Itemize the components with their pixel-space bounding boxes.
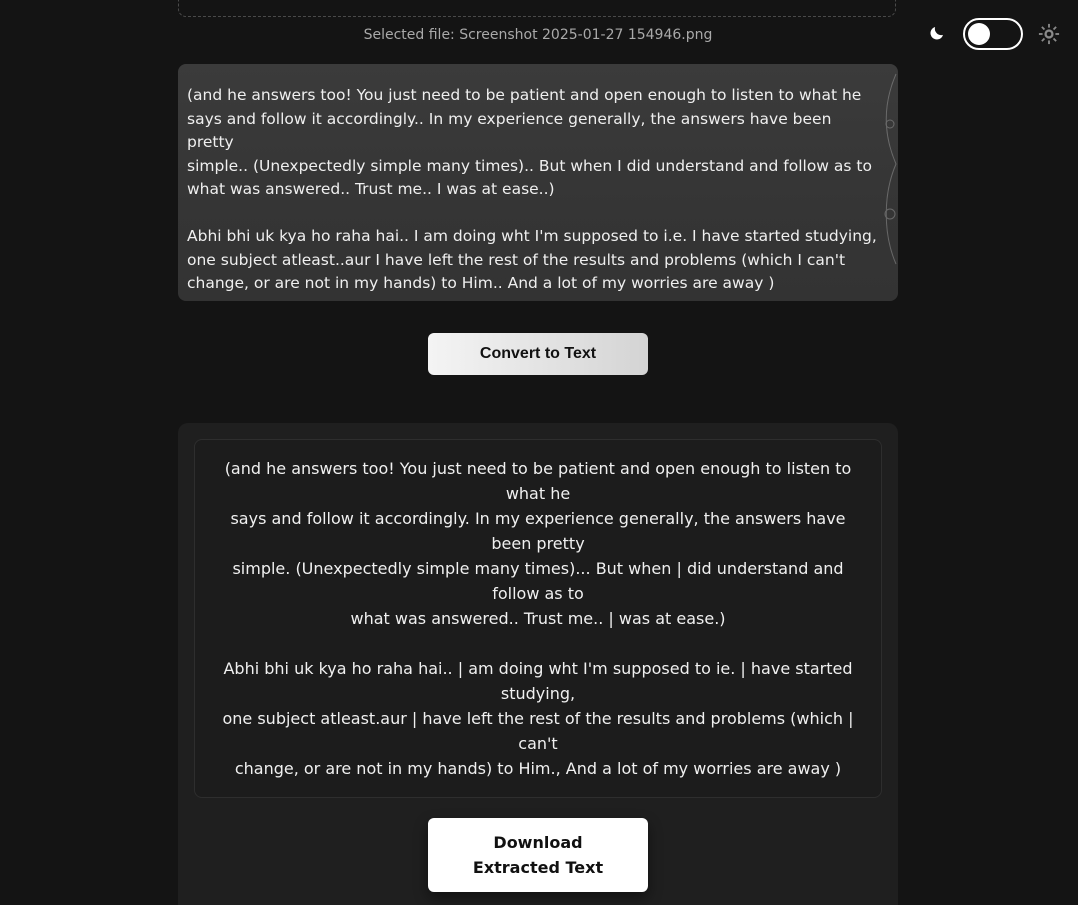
selected-file-label: Selected file: Screenshot 2025-01-27 154…: [363, 27, 713, 43]
download-extracted-text-button[interactable]: Download Extracted Text: [428, 818, 648, 892]
extracted-text-box[interactable]: (and he answers too! You just need to be…: [194, 439, 882, 798]
sun-icon: [1038, 23, 1060, 45]
file-dropzone[interactable]: [178, 0, 896, 17]
ocr-page: Selected file: Screenshot 2025-01-27 154…: [0, 0, 1078, 905]
preview-decoration: [884, 73, 897, 265]
extracted-text: (and he answers too! You just need to be…: [222, 459, 854, 778]
result-card: (and he answers too! You just need to be…: [178, 423, 898, 905]
image-preview: (and he answers too! You just need to be…: [178, 64, 898, 301]
theme-toggle: [926, 18, 1066, 50]
convert-to-text-button[interactable]: Convert to Text: [428, 333, 648, 375]
switch-knob: [968, 23, 990, 45]
moon-icon: [930, 27, 943, 40]
preview-image-text: (and he answers too! You just need to be…: [187, 86, 877, 292]
theme-switch[interactable]: [963, 18, 1023, 50]
